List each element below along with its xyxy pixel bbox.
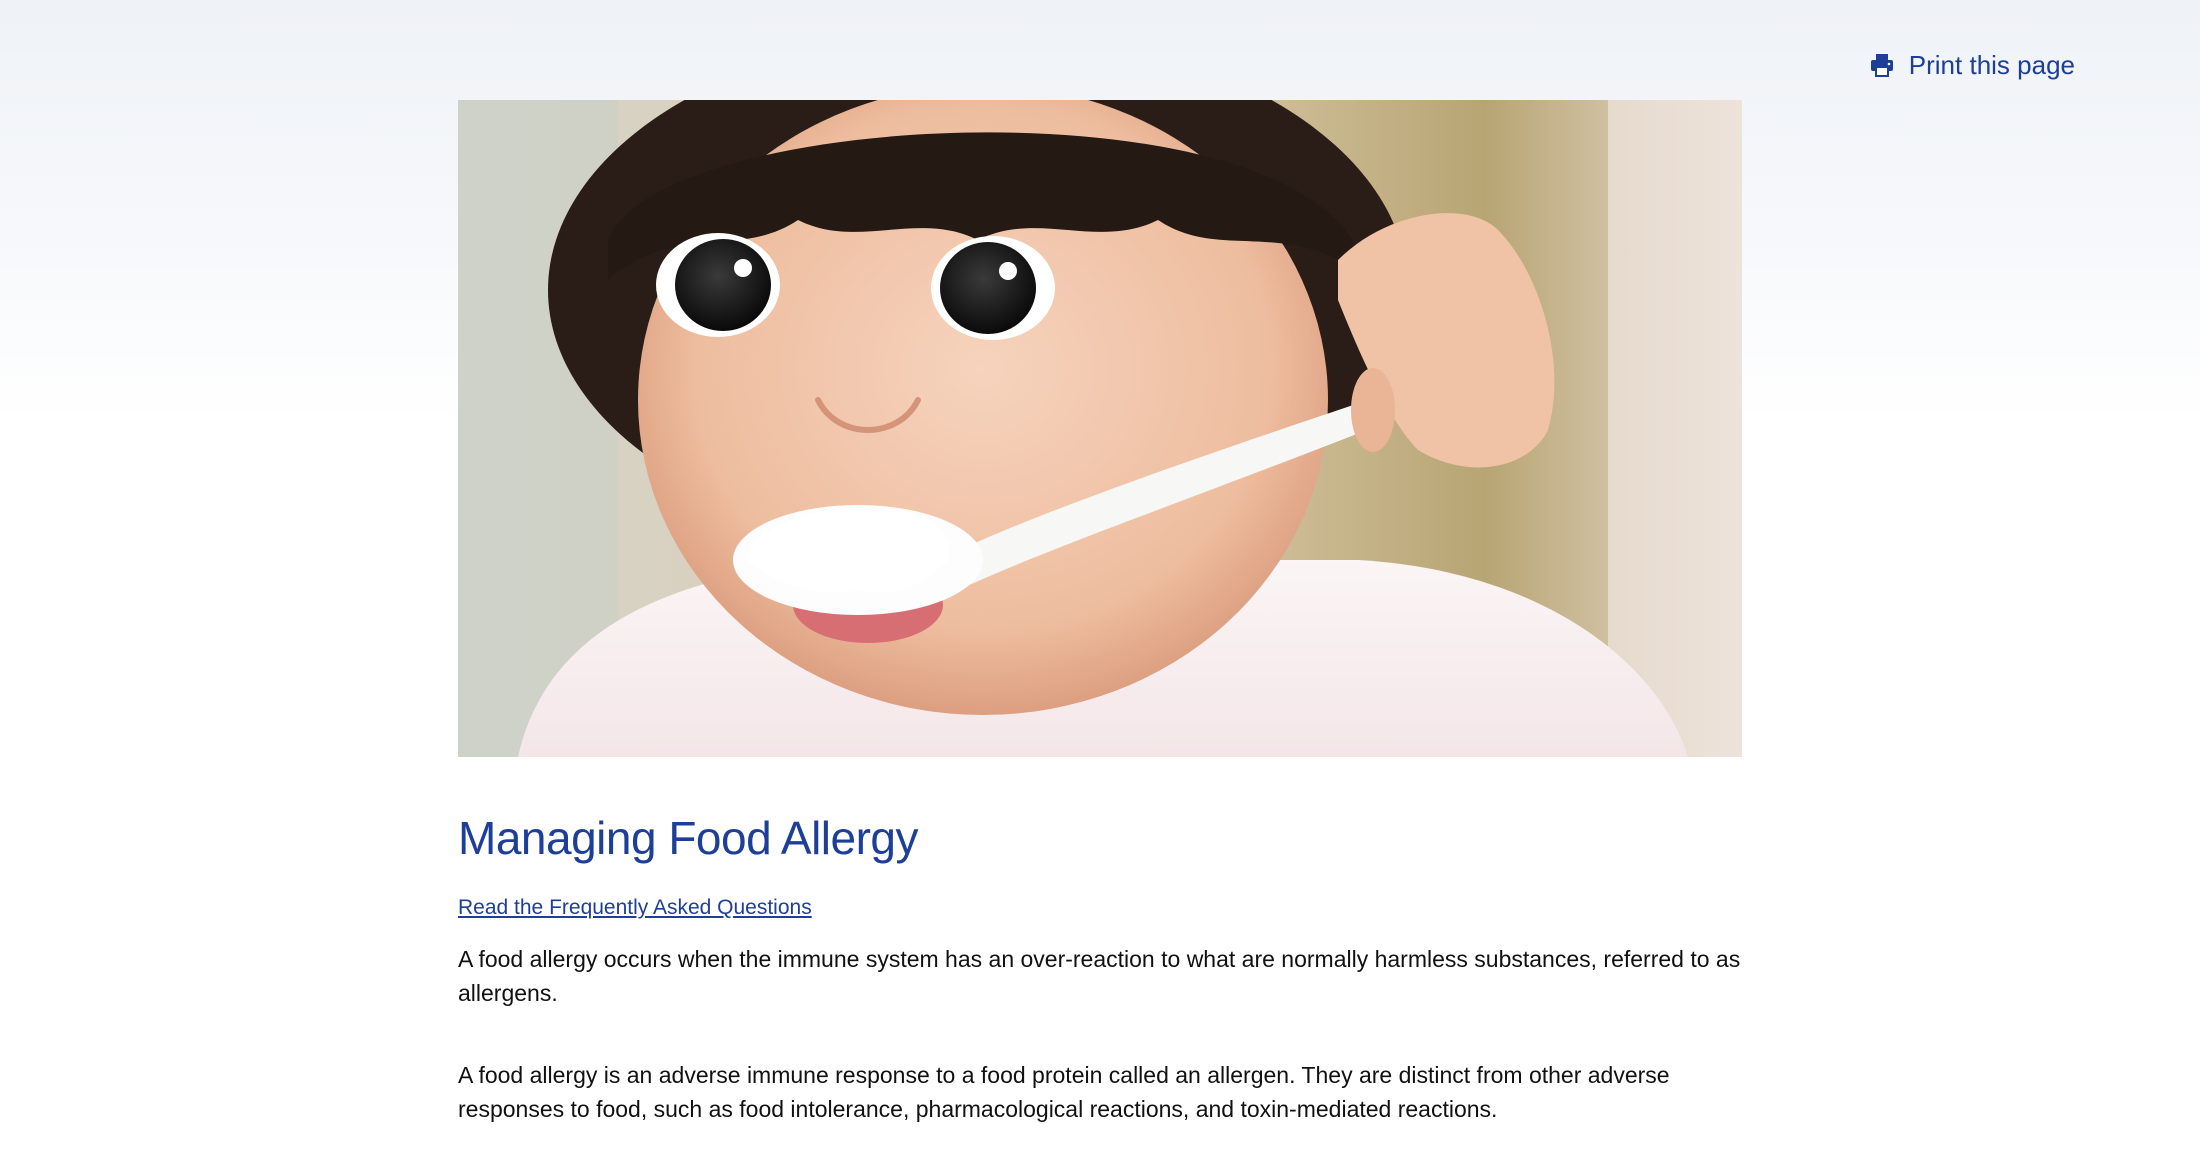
print-page-label: Print this page: [1908, 50, 2075, 80]
intro-paragraph: A food allergy occurs when the immune sy…: [458, 946, 1741, 1006]
hero-image: [458, 100, 1742, 757]
definition-paragraph: A food allergy is an adverse immune resp…: [458, 1062, 1670, 1122]
printer-icon: [1869, 52, 1895, 78]
faq-link[interactable]: Read the Frequently Asked Questions: [458, 894, 812, 922]
page-title: Managing Food Allergy: [458, 812, 919, 864]
article: Managing Food Allergy Read the Frequentl…: [458, 810, 1742, 1126]
print-page-link[interactable]: Print this page: [1869, 48, 2075, 82]
